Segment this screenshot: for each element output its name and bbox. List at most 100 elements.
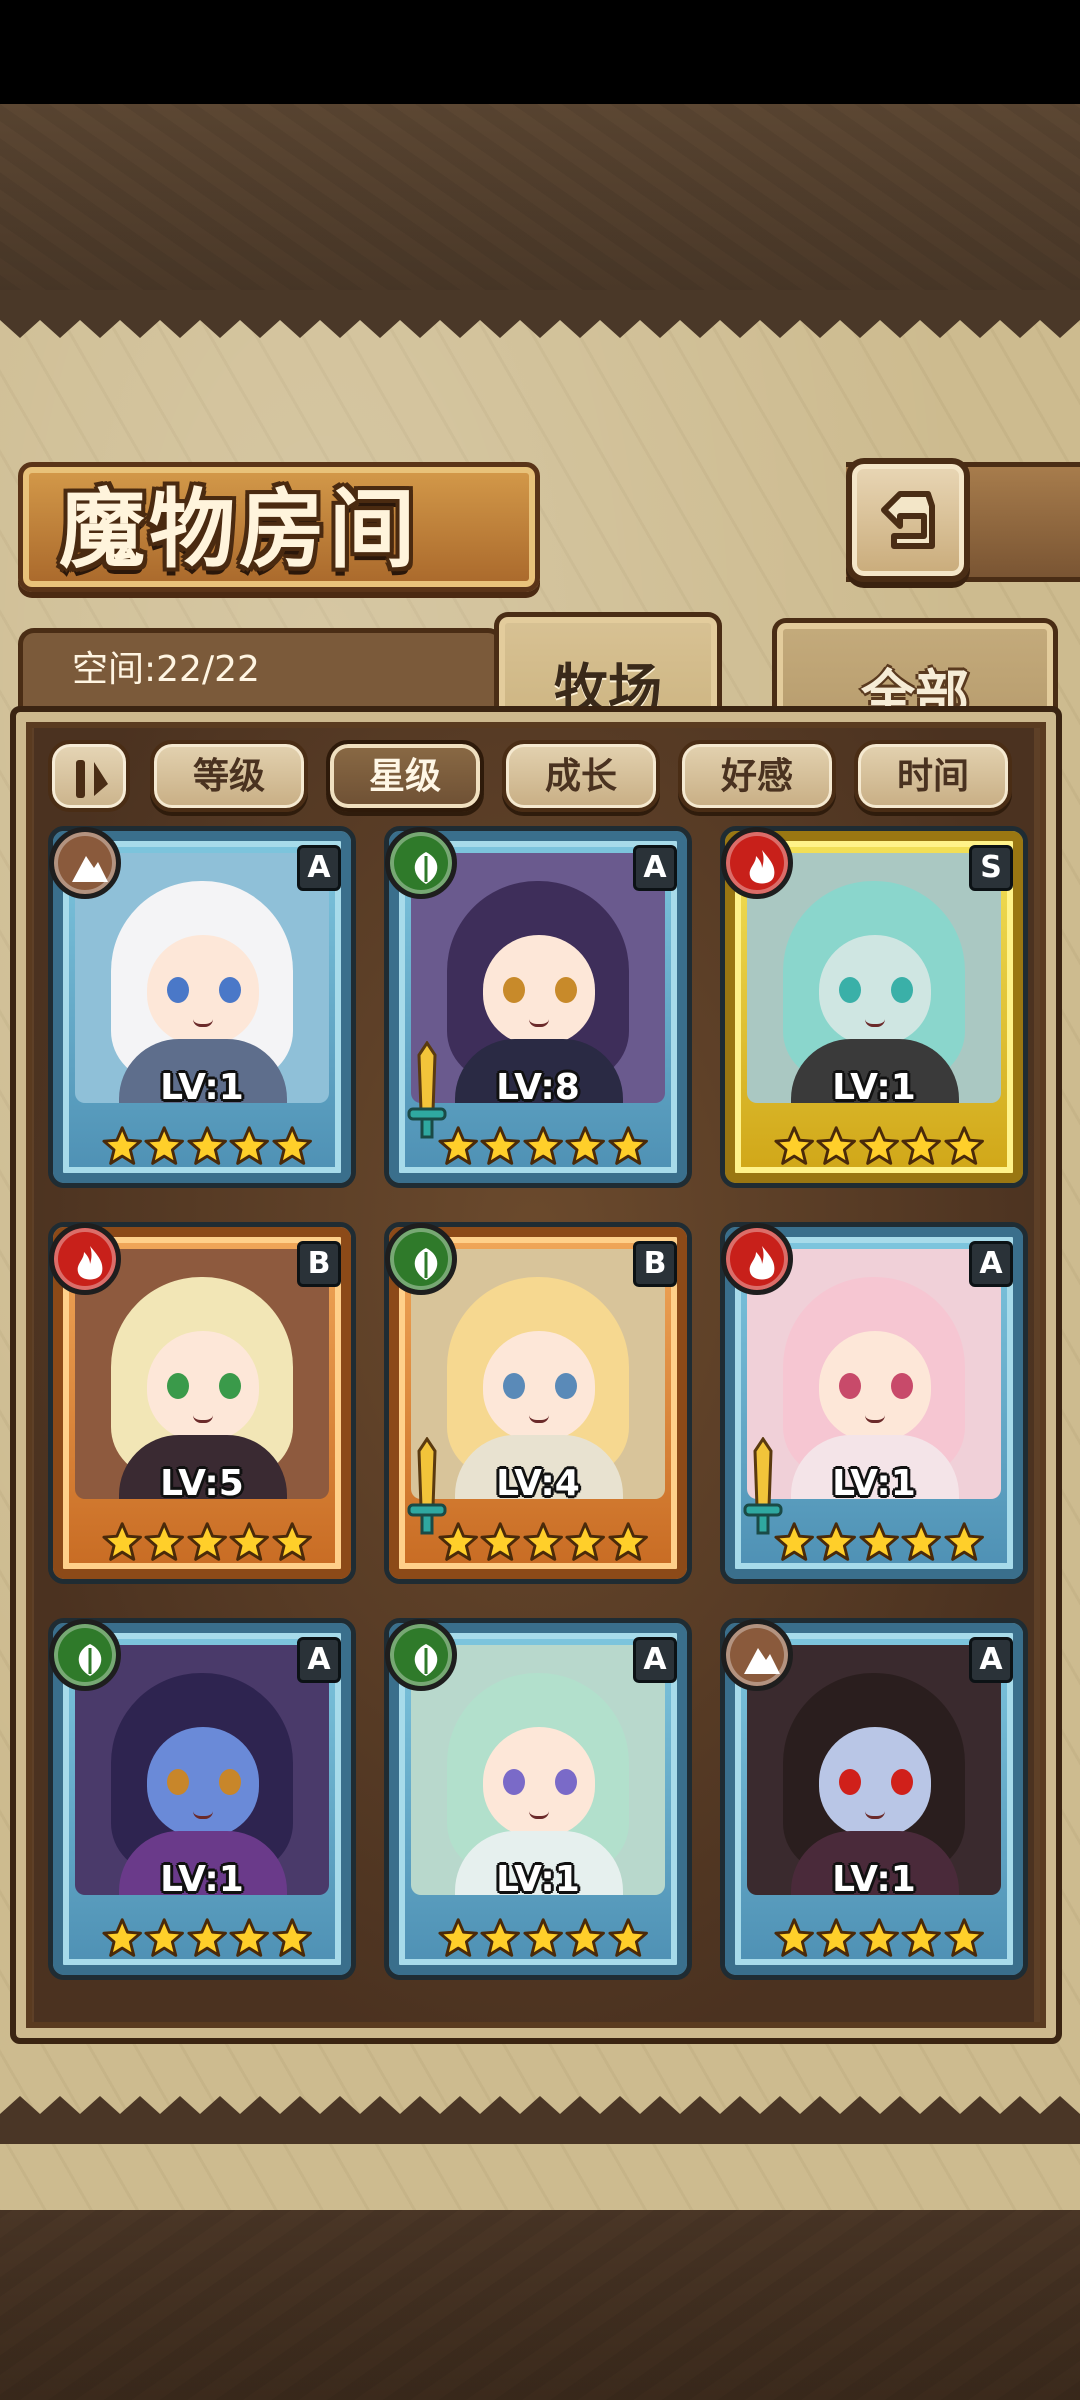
star-icon [187, 1126, 227, 1165]
sword-icon [407, 1436, 447, 1541]
back-arrow-icon [881, 491, 935, 549]
element-nature-icon [385, 1619, 457, 1691]
map-background-bottom [0, 2210, 1080, 2400]
page-title: 魔物房间 [59, 479, 419, 580]
star-rating [101, 1513, 313, 1571]
status-bar [0, 0, 1080, 104]
star-rating [773, 1909, 985, 1967]
back-button[interactable] [846, 458, 970, 582]
star-icon [144, 1126, 185, 1165]
star-icon [901, 1522, 942, 1561]
sort-star-button[interactable]: 星级 [326, 740, 484, 812]
element-glyph [77, 1246, 103, 1280]
element-fire-icon [721, 1223, 793, 1295]
star-icon [944, 1918, 984, 1957]
star-icon [774, 1918, 814, 1957]
star-icon [774, 1126, 814, 1165]
star-rating [773, 1513, 985, 1571]
monster-card[interactable]: A LV:1 [720, 1618, 1028, 1980]
sort-order-toggle[interactable] [48, 740, 130, 812]
star-icon [272, 1918, 312, 1957]
star-icon [480, 1126, 521, 1165]
rank-badge: A [969, 1241, 1013, 1287]
rank-badge: B [633, 1241, 677, 1287]
rank-badge: A [297, 1637, 341, 1683]
star-icon [229, 1126, 270, 1165]
rank-badge: A [297, 845, 341, 891]
monster-level: LV:1 [832, 1859, 916, 1900]
monster-card[interactable]: A LV:1 [384, 1618, 692, 1980]
star-icon [608, 1918, 648, 1957]
star-icon [272, 1126, 312, 1165]
element-fire-icon [721, 827, 793, 899]
star-icon [565, 1918, 606, 1957]
star-icon [229, 1918, 270, 1957]
element-earth-icon [721, 1619, 793, 1691]
star-rating [101, 1117, 313, 1175]
map-background-top [0, 104, 1080, 292]
rank-badge: A [969, 1637, 1013, 1683]
element-glyph [414, 1644, 438, 1676]
monster-card[interactable]: A LV:8 [384, 826, 692, 1188]
star-rating [437, 1909, 649, 1967]
sort-level-button[interactable]: 等级 [150, 740, 308, 812]
star-icon [229, 1522, 270, 1561]
element-nature-icon [385, 827, 457, 899]
sort-affection-button[interactable]: 好感 [678, 740, 836, 812]
star-icon [859, 1126, 899, 1165]
monster-portrait [411, 853, 665, 1103]
star-icon [102, 1126, 142, 1165]
monster-portrait [747, 1249, 1001, 1499]
star-icon [859, 1918, 899, 1957]
star-rating [437, 1117, 649, 1175]
star-icon [438, 1918, 478, 1957]
star-icon [565, 1126, 606, 1165]
element-glyph [744, 1648, 780, 1674]
rank-badge: B [297, 1241, 341, 1287]
star-icon [187, 1522, 227, 1561]
star-icon [816, 1918, 857, 1957]
star-icon [944, 1522, 984, 1561]
element-nature-icon [385, 1223, 457, 1295]
element-nature-icon [49, 1619, 121, 1691]
monster-card[interactable]: A LV:1 [720, 1222, 1028, 1584]
monster-portrait [411, 1645, 665, 1895]
monster-level: LV:1 [160, 1859, 244, 1900]
sort-time-button[interactable]: 时间 [854, 740, 1012, 812]
star-icon [144, 1918, 185, 1957]
sort-order-icon [76, 760, 108, 798]
torn-edge-top [0, 290, 1080, 338]
torn-edge-bottom [0, 2096, 1080, 2144]
star-icon [816, 1126, 857, 1165]
monster-portrait [411, 1249, 665, 1499]
sort-growth-button[interactable]: 成长 [502, 740, 660, 812]
star-rating [773, 1117, 985, 1175]
monster-portrait [747, 853, 1001, 1103]
star-icon [523, 1918, 563, 1957]
element-glyph [78, 1644, 102, 1676]
star-icon [272, 1522, 312, 1561]
element-glyph [749, 1246, 775, 1280]
rank-badge: A [633, 1637, 677, 1683]
star-icon [144, 1522, 185, 1561]
monster-portrait [747, 1645, 1001, 1895]
star-icon [816, 1522, 857, 1561]
capacity-label: 空间:22/22 [72, 649, 260, 690]
star-icon [523, 1522, 563, 1561]
star-icon [480, 1522, 521, 1561]
rank-badge: S [969, 845, 1013, 891]
monster-card[interactable]: A LV:1 [48, 1618, 356, 1980]
monster-card[interactable]: B LV:5 [48, 1222, 356, 1584]
monster-card[interactable]: A LV:1 [48, 826, 356, 1188]
element-glyph [72, 856, 108, 882]
monster-card[interactable]: S LV:1 [720, 826, 1028, 1188]
element-glyph [414, 852, 438, 884]
sword-icon [407, 1040, 447, 1145]
monster-card[interactable]: B LV:4 [384, 1222, 692, 1584]
title-banner: 魔物房间 [18, 462, 540, 592]
sword-icon [743, 1436, 783, 1541]
star-icon [187, 1918, 227, 1957]
star-icon [480, 1918, 521, 1957]
monster-level: LV:1 [160, 1067, 244, 1108]
star-icon [102, 1522, 142, 1561]
